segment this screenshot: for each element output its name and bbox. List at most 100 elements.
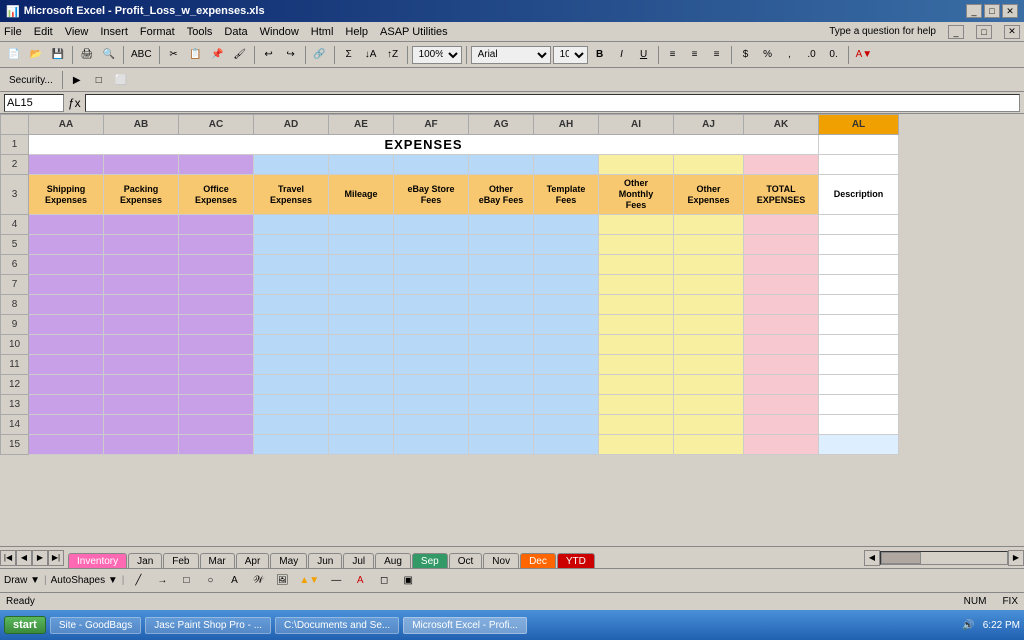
cell-AA14[interactable] (29, 415, 104, 435)
cell-AE5[interactable] (329, 235, 394, 255)
security-button[interactable]: Security... (4, 70, 58, 90)
tb2-btn2[interactable]: □ (89, 70, 109, 90)
start-button[interactable]: start (4, 616, 46, 634)
cell-AK15[interactable] (744, 435, 819, 455)
cell-AJ8[interactable] (674, 295, 744, 315)
col-header-AE[interactable]: AE (329, 115, 394, 135)
cell-AF12[interactable] (394, 375, 469, 395)
cell-AJ10[interactable] (674, 335, 744, 355)
line-color-button[interactable]: — (326, 571, 346, 591)
cell-AD10[interactable] (254, 335, 329, 355)
col-header-AG[interactable]: AG (469, 115, 534, 135)
header-description[interactable]: Description (819, 175, 899, 215)
cell-AL12[interactable] (819, 375, 899, 395)
col-header-AK[interactable]: AK (744, 115, 819, 135)
col-header-AI[interactable]: AI (599, 115, 674, 135)
cell-AD6[interactable] (254, 255, 329, 275)
cell-AB15[interactable] (104, 435, 179, 455)
cell-AD4[interactable] (254, 215, 329, 235)
cell-AD13[interactable] (254, 395, 329, 415)
cell-AL7[interactable] (819, 275, 899, 295)
cell-AA2[interactable] (29, 155, 104, 175)
cell-AJ7[interactable] (674, 275, 744, 295)
sheet-tab-aug[interactable]: Aug (375, 553, 411, 569)
header-shipping[interactable]: ShippingExpenses (29, 175, 104, 215)
cell-AJ14[interactable] (674, 415, 744, 435)
cell-AC5[interactable] (179, 235, 254, 255)
col-header-AJ[interactable]: AJ (674, 115, 744, 135)
tab-scroll-prev[interactable]: ◀ (16, 550, 32, 566)
col-header-AB[interactable]: AB (104, 115, 179, 135)
cell-AJ9[interactable] (674, 315, 744, 335)
cell-AF2[interactable] (394, 155, 469, 175)
cell-AE15[interactable] (329, 435, 394, 455)
cell-AB5[interactable] (104, 235, 179, 255)
cell-AG7[interactable] (469, 275, 534, 295)
cell-AB12[interactable] (104, 375, 179, 395)
cell-AC15[interactable] (179, 435, 254, 455)
close-button[interactable]: ✕ (1002, 4, 1018, 18)
sheet-tab-inventory[interactable]: Inventory (68, 553, 127, 569)
cell-AL15[interactable] (819, 435, 899, 455)
zoom-select[interactable]: 100% (412, 46, 462, 64)
cell-AH11[interactable] (534, 355, 599, 375)
cell-AD12[interactable] (254, 375, 329, 395)
italic-button[interactable]: I (612, 45, 632, 65)
cell-AA15[interactable] (29, 435, 104, 455)
cell-AK13[interactable] (744, 395, 819, 415)
rect-button[interactable]: □ (176, 571, 196, 591)
cell-AA6[interactable] (29, 255, 104, 275)
print-preview-button[interactable]: 🔍 (99, 45, 119, 65)
hscroll-right[interactable]: ▶ (1008, 550, 1024, 566)
cell-AL9[interactable] (819, 315, 899, 335)
col-header-AC[interactable]: AC (179, 115, 254, 135)
tb2-btn3[interactable]: ⬜ (111, 70, 131, 90)
cell-AJ13[interactable] (674, 395, 744, 415)
cell-AH5[interactable] (534, 235, 599, 255)
cell-AF6[interactable] (394, 255, 469, 275)
cell-AI6[interactable] (599, 255, 674, 275)
cell-AL10[interactable] (819, 335, 899, 355)
cell-AF14[interactable] (394, 415, 469, 435)
cell-AE2[interactable] (329, 155, 394, 175)
sheet-tab-oct[interactable]: Oct (449, 553, 483, 569)
cell-AG11[interactable] (469, 355, 534, 375)
format-painter-button[interactable]: 🖌 (230, 45, 250, 65)
col-header-AF[interactable]: AF (394, 115, 469, 135)
cell-AL8[interactable] (819, 295, 899, 315)
sheet-tab-apr[interactable]: Apr (236, 553, 270, 569)
cell-AI8[interactable] (599, 295, 674, 315)
cell-AG15[interactable] (469, 435, 534, 455)
cell-AA13[interactable] (29, 395, 104, 415)
cell-AL2[interactable] (819, 155, 899, 175)
cell-AK14[interactable] (744, 415, 819, 435)
cell-AI5[interactable] (599, 235, 674, 255)
sort-desc-button[interactable]: ↑Z (383, 45, 403, 65)
sort-asc-button[interactable]: ↓A (361, 45, 381, 65)
oval-button[interactable]: ○ (200, 571, 220, 591)
cell-AG2[interactable] (469, 155, 534, 175)
tab-scroll-first[interactable]: |◀ (0, 550, 16, 566)
col-header-AH[interactable]: AH (534, 115, 599, 135)
sheet-tab-may[interactable]: May (270, 553, 307, 569)
hscroll-left[interactable]: ◀ (864, 550, 880, 566)
cell-AB10[interactable] (104, 335, 179, 355)
cell-AJ4[interactable] (674, 215, 744, 235)
sheet-tab-sep[interactable]: Sep (412, 553, 448, 569)
cell-AC11[interactable] (179, 355, 254, 375)
cell-AK4[interactable] (744, 215, 819, 235)
cell-AI10[interactable] (599, 335, 674, 355)
cell-AE12[interactable] (329, 375, 394, 395)
header-travel[interactable]: TravelExpenses (254, 175, 329, 215)
taskbar-item-goodbags[interactable]: Site - GoodBags (50, 617, 141, 634)
cell-AB2[interactable] (104, 155, 179, 175)
cell-AD2[interactable] (254, 155, 329, 175)
cell-AD11[interactable] (254, 355, 329, 375)
menu-help[interactable]: Help (345, 26, 368, 38)
header-total[interactable]: TOTALEXPENSES (744, 175, 819, 215)
cell-AB4[interactable] (104, 215, 179, 235)
cell-AH2[interactable] (534, 155, 599, 175)
cell-AJ11[interactable] (674, 355, 744, 375)
menu-format[interactable]: Format (140, 26, 175, 38)
autosum-button[interactable]: Σ (339, 45, 359, 65)
